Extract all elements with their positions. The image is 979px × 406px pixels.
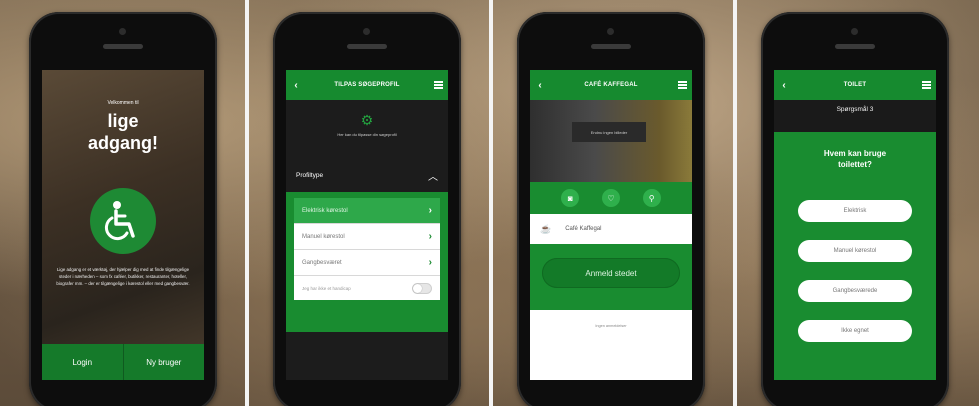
new-user-button[interactable]: Ny bruger [122, 344, 204, 380]
profile-screen: ‹ TILPAS SØGEPROFIL ⚙ Her kan du tilpass… [286, 70, 448, 380]
speaker-grille [103, 44, 143, 49]
screen-header: ‹ TILPAS SØGEPROFIL [286, 70, 448, 100]
answer-walking-impaired[interactable]: Gangbesværede [798, 280, 912, 302]
header-title: TOILET [843, 82, 867, 88]
camera-dot [851, 28, 858, 35]
chevron-up-icon: ︿ [428, 171, 438, 183]
phone-welcome: Velkommen til lige adgang! Lige adgang e… [29, 12, 217, 406]
profile-options-list: Elektrisk kørestol › Manuel kørestol › G… [294, 198, 440, 300]
prompt-line1: Hvem kan bruge [823, 149, 887, 158]
screen-header: ‹ CAFÉ KAFFEGAL [530, 70, 692, 100]
answer-panel: Hvem kan bruge toilettet? Elektrisk Manu… [774, 132, 936, 380]
prompt-line2: toilettet? [838, 160, 872, 169]
option-label: Gangbesværet [302, 259, 342, 266]
location-pin-icon[interactable]: ⚲ [642, 189, 661, 207]
option-electric-wheelchair[interactable]: Elektrisk kørestol › [294, 198, 440, 224]
coffee-cup-icon: ☕ [540, 223, 552, 234]
panel-divider [245, 0, 249, 406]
section-label: Profiltype [296, 171, 324, 179]
place-screen: ‹ CAFÉ KAFFEGAL Endnu ingen billeder ◙ ♡… [530, 70, 692, 380]
back-arrow-icon[interactable]: ‹ [530, 80, 550, 91]
panel-divider [733, 0, 737, 406]
heart-icon[interactable]: ♡ [601, 189, 620, 207]
review-place-button[interactable]: Anmeld stedet [542, 258, 680, 288]
app-title-line1: lige [107, 111, 139, 131]
review-section: Anmeld stedet [530, 244, 692, 310]
place-name: Café Kaffegal [565, 226, 602, 232]
option-manual-wheelchair[interactable]: Manuel kørestol › [294, 224, 440, 250]
chevron-right-icon: › [428, 257, 432, 268]
back-arrow-icon[interactable]: ‹ [774, 80, 794, 91]
toilet-question-screen: ‹ TOILET Spørgsmål 3 Hvem kan bruge toil… [774, 70, 936, 380]
profile-options-panel: Elektrisk kørestol › Manuel kørestol › G… [286, 192, 448, 332]
chevron-right-icon: › [428, 231, 432, 242]
hamburger-menu-icon[interactable] [672, 81, 692, 89]
speaker-grille [347, 44, 387, 49]
no-images-label: Endnu ingen billeder [572, 122, 646, 142]
hamburger-menu-icon[interactable] [916, 81, 936, 89]
profile-type-toggle[interactable]: Profiltype ︿ [286, 164, 448, 186]
place-photo-area: Endnu ingen billeder [530, 100, 692, 182]
auth-button-bar: Login Ny bruger [42, 344, 204, 380]
wheelchair-icon [104, 201, 135, 241]
phone-place: ‹ CAFÉ KAFFEGAL Endnu ingen billeder ◙ ♡… [517, 12, 705, 406]
panel-divider [489, 0, 493, 406]
camera-dot [363, 28, 370, 35]
camera-icon[interactable]: ◙ [561, 189, 580, 207]
profile-subtitle: Her kan du tilpasse din søgeprofil [337, 132, 397, 137]
back-arrow-icon[interactable]: ‹ [286, 80, 306, 91]
intro-description: Lige adgang er et værktøj, der hjælper d… [56, 267, 190, 286]
toggle-label: Jeg har ikke et handicap [302, 285, 351, 291]
reviews-area: Ingen anmeldelser [530, 310, 692, 380]
phone-toilet: ‹ TOILET Spørgsmål 3 Hvem kan bruge toil… [761, 12, 949, 406]
login-button[interactable]: Login [42, 344, 123, 380]
welcome-screen: Velkommen til lige adgang! Lige adgang e… [42, 70, 204, 380]
no-reviews-label: Ingen anmeldelser [595, 324, 627, 328]
answer-not-suitable[interactable]: Ikke egnet [798, 320, 912, 342]
gear-icon: ⚙ [360, 112, 374, 128]
option-label: Manuel kørestol [302, 233, 345, 240]
camera-dot [119, 28, 126, 35]
speaker-grille [835, 44, 875, 49]
option-walking-impaired[interactable]: Gangbesværet › [294, 250, 440, 276]
no-handicap-switch[interactable] [412, 282, 432, 294]
speaker-grille [591, 44, 631, 49]
hamburger-menu-icon[interactable] [428, 81, 448, 89]
screen-header: ‹ TOILET [774, 70, 936, 100]
welcome-text: Velkommen til [107, 100, 139, 106]
header-title: TILPAS SØGEPROFIL [334, 82, 400, 88]
no-handicap-row: Jeg har ikke et handicap [294, 276, 440, 300]
phone-profile: ‹ TILPAS SØGEPROFIL ⚙ Her kan du tilpass… [273, 12, 461, 406]
wheelchair-logo [90, 188, 156, 254]
answer-electric[interactable]: Elektrisk [798, 200, 912, 222]
place-action-row: ◙ ♡ ⚲ [530, 182, 692, 214]
camera-dot [607, 28, 614, 35]
answer-manual-wheelchair[interactable]: Manuel kørestol [798, 240, 912, 262]
header-title: CAFÉ KAFFEGAL [584, 82, 638, 88]
place-name-bar: ☕ Café Kaffegal [530, 214, 692, 244]
app-title: lige adgang! [42, 110, 204, 154]
chevron-right-icon: › [428, 205, 432, 216]
question-prompt: Hvem kan bruge toilettet? [774, 148, 936, 170]
option-label: Elektrisk kørestol [302, 207, 348, 214]
question-number: Spørgsmål 3 [836, 106, 874, 113]
app-title-line2: adgang! [88, 133, 158, 153]
